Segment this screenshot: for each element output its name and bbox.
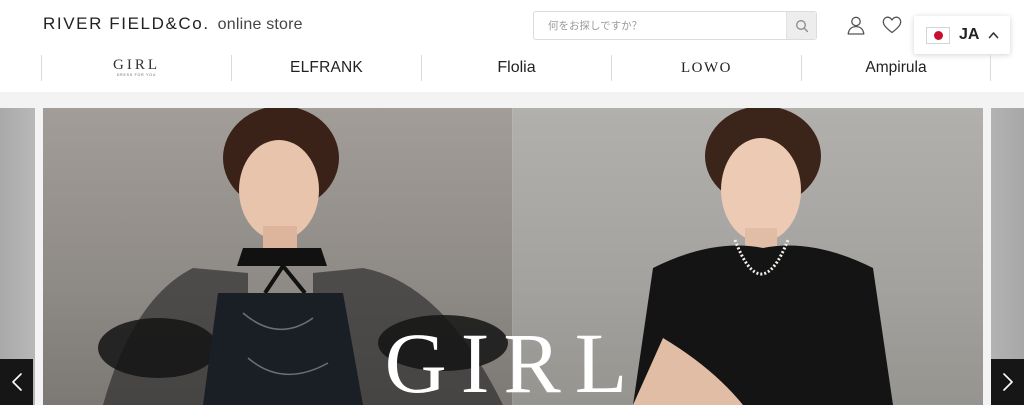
brand-label: Ampirula: [865, 59, 927, 76]
site-header: RIVER FIELD&Co. online store JA: [0, 0, 1024, 54]
heart-icon: [882, 16, 902, 34]
logo-wordmark: RIVER FIELD&Co.: [43, 14, 210, 33]
search-input[interactable]: [534, 12, 786, 39]
brand-link-flolia[interactable]: Flolia: [421, 55, 611, 81]
brand-link-ampirula[interactable]: Ampirula: [801, 55, 991, 81]
japan-flag-icon: [926, 26, 950, 44]
user-icon: [847, 16, 865, 35]
chevron-left-icon: [11, 373, 22, 391]
carousel-prev-button[interactable]: [0, 359, 33, 405]
hero-brand-title: GIRL: [384, 315, 642, 405]
language-selector[interactable]: JA: [914, 16, 1010, 54]
brand-tagline: DRESS FOR YOU: [116, 73, 157, 78]
brand-navigation: GIRL DRESS FOR YOU ELFRANK Flolia LOWO A…: [0, 52, 1024, 92]
brand-label: LOWO: [681, 59, 732, 76]
brand-label: Flolia: [497, 59, 536, 76]
language-code: JA: [959, 26, 980, 43]
brand-link-girl[interactable]: GIRL DRESS FOR YOU: [41, 55, 231, 81]
logo-subtitle: online store: [217, 16, 303, 33]
brand-label: GIRL: [113, 57, 160, 74]
brand-link-lowo[interactable]: LOWO: [611, 55, 801, 81]
account-button[interactable]: [845, 14, 867, 36]
store-logo[interactable]: RIVER FIELD&Co. online store: [43, 14, 303, 34]
hero-slide[interactable]: GIRL: [43, 108, 983, 405]
favorites-button[interactable]: [881, 14, 903, 36]
search-bar: [533, 11, 817, 40]
search-icon: [795, 19, 808, 32]
chevron-right-icon: [1002, 373, 1013, 391]
carousel-next-button[interactable]: [991, 359, 1024, 405]
brand-link-elfrank[interactable]: ELFRANK: [231, 55, 421, 81]
brand-logo-girl: GIRL DRESS FOR YOU: [113, 58, 160, 78]
brand-label: ELFRANK: [290, 59, 363, 76]
hero-carousel: GIRL: [0, 108, 1024, 405]
chevron-up-icon: [989, 32, 999, 39]
search-button[interactable]: [786, 12, 816, 39]
section-spacer: [0, 92, 1024, 108]
